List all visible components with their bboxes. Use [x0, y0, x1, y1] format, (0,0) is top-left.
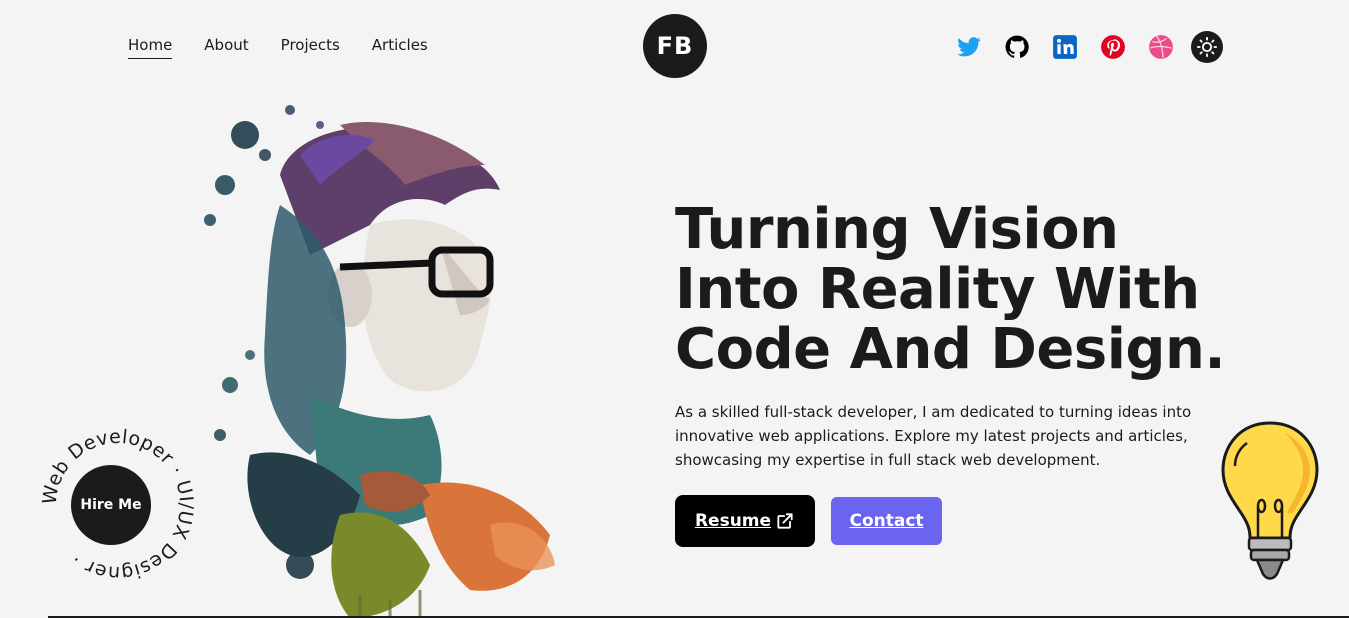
nav-projects-link[interactable]: Projects: [281, 36, 340, 57]
sun-icon[interactable]: [1191, 31, 1223, 63]
nav-home-link[interactable]: Home: [128, 36, 173, 59]
lightbulb-icon: [1221, 421, 1319, 580]
hire-me-button[interactable]: Hire Me: [71, 465, 151, 545]
resume-button[interactable]: Resume: [675, 495, 815, 547]
external-link-icon: [777, 513, 793, 529]
main-nav: Home About Projects Articles: [128, 36, 428, 59]
github-icon[interactable]: [1003, 33, 1031, 61]
dribbble-icon[interactable]: [1147, 33, 1175, 61]
twitter-icon[interactable]: [955, 33, 983, 61]
social-links: [955, 31, 1223, 63]
hero-headline: Turning Vision Into Reality With Code An…: [675, 197, 1226, 382]
linkedin-icon[interactable]: [1051, 33, 1079, 61]
nav-articles-link[interactable]: Articles: [372, 36, 428, 57]
hero-intro: As a skilled full-stack developer, I am …: [675, 403, 1192, 469]
developer-portrait-image: [204, 105, 555, 618]
site-logo[interactable]: FB: [643, 14, 707, 78]
contact-button[interactable]: Contact: [831, 497, 942, 545]
nav-about-link[interactable]: About: [204, 36, 248, 57]
pinterest-icon[interactable]: [1099, 33, 1127, 61]
resume-label: Resume: [694, 511, 772, 531]
